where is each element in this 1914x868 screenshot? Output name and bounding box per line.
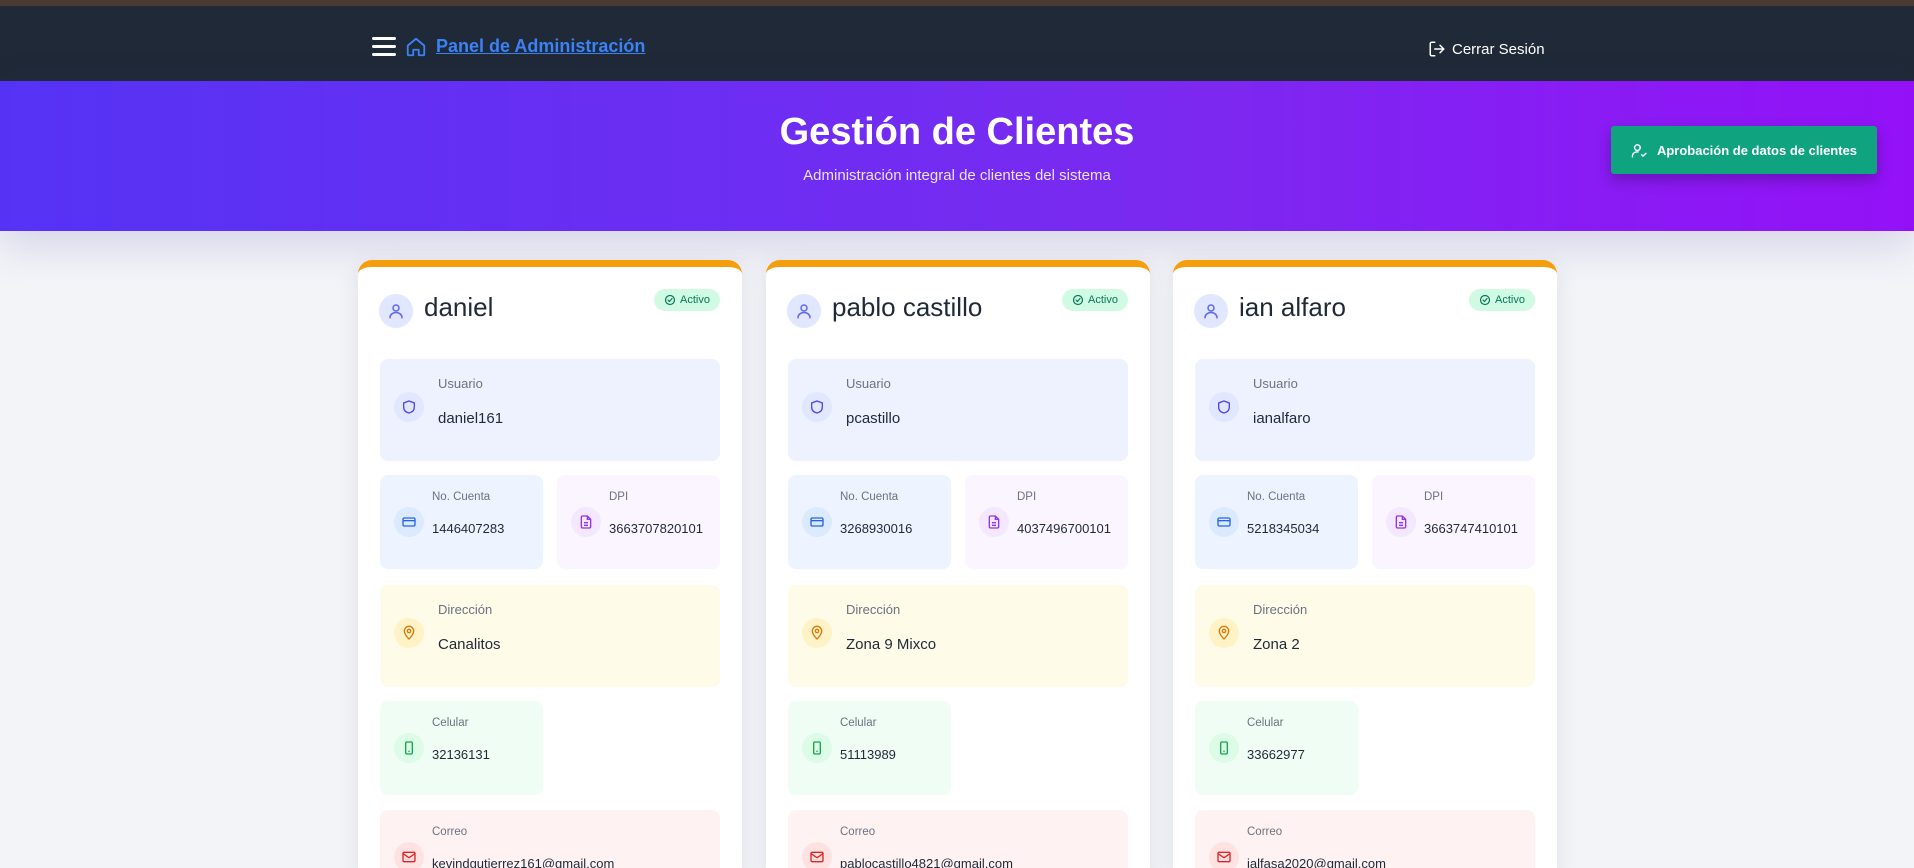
logout-button[interactable]: Cerrar Sesión — [1428, 38, 1545, 60]
shield-icon — [1209, 392, 1239, 422]
document-icon — [1386, 507, 1416, 537]
document-icon — [979, 507, 1009, 537]
logout-label: Cerrar Sesión — [1452, 40, 1545, 58]
smartphone-icon — [394, 733, 424, 763]
map-pin-icon — [394, 618, 424, 648]
address-field: Dirección Canalitos — [380, 585, 720, 687]
map-pin-icon — [802, 618, 832, 648]
username-field: Usuario pcastillo — [788, 359, 1128, 461]
client-name: daniel — [424, 292, 494, 322]
mail-icon — [802, 842, 832, 868]
shield-icon — [394, 392, 424, 422]
credit-card-icon — [394, 507, 424, 537]
navbar: Panel de Administración Cerrar Sesión — [0, 6, 1914, 81]
approve-button-label: Aprobación de datos de clientes — [1656, 142, 1858, 158]
client-name: ian alfaro — [1239, 292, 1346, 322]
dpi-field: DPI 4037496700101 — [965, 475, 1128, 569]
document-icon — [571, 507, 601, 537]
account-number-field: No. Cuenta 3268930016 — [788, 475, 951, 569]
hamburger-menu-icon[interactable] — [372, 36, 396, 56]
smartphone-icon — [802, 733, 832, 763]
user-check-icon — [1631, 143, 1647, 158]
username-field: Usuario daniel161 — [380, 359, 720, 461]
dpi-field: DPI 3663747410101 — [1372, 475, 1535, 569]
client-card: pablo castillo Activo Usuario pcastillo … — [766, 260, 1150, 868]
client-name: pablo castillo — [832, 292, 983, 322]
email-field: Correo ialfasa2020@gmail.com — [1195, 810, 1535, 868]
credit-card-icon — [802, 507, 832, 537]
mail-icon — [394, 842, 424, 868]
check-circle-icon — [1072, 294, 1084, 306]
user-avatar-icon — [1194, 294, 1228, 328]
map-pin-icon — [1209, 618, 1239, 648]
phone-field: Celular 33662977 — [1195, 701, 1358, 795]
status-badge: Activo — [1469, 289, 1535, 311]
shield-icon — [802, 392, 832, 422]
status-badge: Activo — [654, 289, 720, 311]
email-field: Correo pablocastillo4821@gmail.com — [788, 810, 1128, 868]
brand-link[interactable]: Panel de Administración — [436, 36, 645, 57]
username-field: Usuario ianalfaro — [1195, 359, 1535, 461]
hero-banner: Gestión de Clientes Administración integ… — [0, 81, 1914, 231]
mail-icon — [1209, 842, 1239, 868]
account-number-field: No. Cuenta 5218345034 — [1195, 475, 1358, 569]
smartphone-icon — [1209, 733, 1239, 763]
phone-field: Celular 51113989 — [788, 701, 951, 795]
account-number-field: No. Cuenta 1446407283 — [380, 475, 543, 569]
credit-card-icon — [1209, 507, 1239, 537]
email-field: Correo kevindgutierrez161@gmail.com — [380, 810, 720, 868]
dpi-field: DPI 3663707820101 — [557, 475, 720, 569]
status-badge: Activo — [1062, 289, 1128, 311]
client-card: daniel Activo Usuario daniel161 No. Cuen… — [358, 260, 742, 868]
check-circle-icon — [1479, 294, 1491, 306]
address-field: Dirección Zona 9 Mixco — [788, 585, 1128, 687]
logout-icon — [1429, 41, 1445, 57]
address-field: Dirección Zona 2 — [1195, 585, 1535, 687]
home-icon — [406, 37, 426, 57]
client-card: ian alfaro Activo Usuario ianalfaro No. … — [1173, 260, 1557, 868]
user-avatar-icon — [787, 294, 821, 328]
approve-client-data-button[interactable]: Aprobación de datos de clientes — [1611, 126, 1877, 174]
user-avatar-icon — [379, 294, 413, 328]
check-circle-icon — [664, 294, 676, 306]
phone-field: Celular 32136131 — [380, 701, 543, 795]
